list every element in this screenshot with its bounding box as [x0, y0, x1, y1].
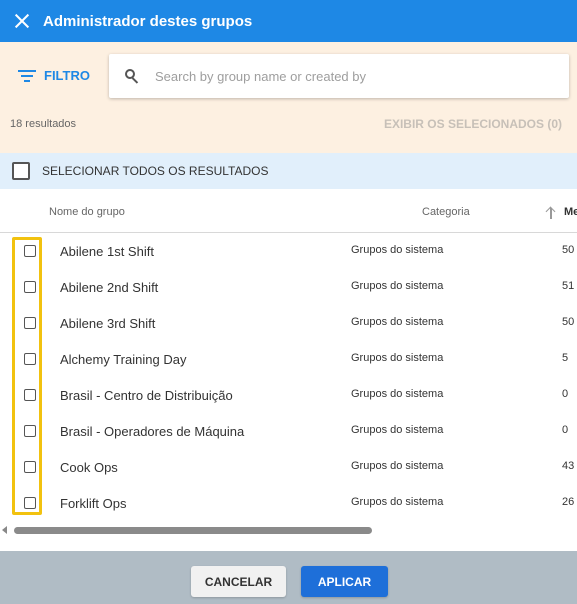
group-members: 0 [562, 388, 569, 400]
group-category: Grupos do sistema [351, 244, 444, 256]
group-members: 50 [562, 244, 575, 256]
arrow-up-icon[interactable] [545, 206, 557, 220]
row-checkbox[interactable] [24, 497, 36, 509]
filter-area: FILTRO 18 resultados EXIBIR OS SELECIONA… [0, 42, 577, 153]
row-checkbox[interactable] [24, 461, 36, 473]
table-row[interactable]: Abilene 2nd Shift Grupos do sistema 51 [0, 269, 577, 305]
column-header-name[interactable]: Nome do grupo [49, 206, 125, 218]
group-name: Brasil - Operadores de Máquina [60, 424, 245, 439]
group-name: Abilene 1st Shift [60, 244, 154, 259]
search-input[interactable] [153, 67, 547, 85]
group-category: Grupos do sistema [351, 316, 444, 328]
search-icon [125, 69, 139, 83]
group-name: Abilene 2nd Shift [60, 280, 159, 295]
show-selected-button[interactable]: EXIBIR OS SELECIONADOS (0) [384, 117, 562, 131]
group-name: Cook Ops [60, 460, 118, 475]
group-category: Grupos do sistema [351, 280, 444, 292]
close-icon[interactable] [13, 12, 31, 30]
group-members: 0 [562, 424, 569, 436]
dialog-footer: CANCELAR APLICAR [0, 551, 577, 604]
scrollbar-thumb[interactable] [14, 527, 372, 534]
row-checkbox[interactable] [24, 353, 36, 365]
table-row[interactable]: Forklift Ops Grupos do sistema 26 [0, 485, 577, 521]
group-members: 51 [562, 280, 575, 292]
select-all-label: SELECIONAR TODOS OS RESULTADOS [42, 164, 269, 178]
table-row[interactable]: Brasil - Centro de Distribuição Grupos d… [0, 377, 577, 413]
filter-label: FILTRO [44, 68, 90, 83]
row-checkbox[interactable] [24, 425, 36, 437]
group-list: Abilene 1st Shift Grupos do sistema 50 A… [0, 233, 577, 521]
table-header: Nome do grupo Categoria Me [0, 192, 577, 233]
group-category: Grupos do sistema [351, 460, 444, 472]
table-row[interactable]: Brasil - Operadores de Máquina Grupos do… [0, 413, 577, 449]
select-all-checkbox[interactable] [12, 162, 30, 180]
filter-button[interactable]: FILTRO [18, 68, 90, 83]
filter-icon [18, 69, 36, 83]
group-members: 5 [562, 352, 569, 364]
scroll-left-icon[interactable] [2, 526, 7, 534]
column-header-category[interactable]: Categoria [422, 206, 470, 218]
cancel-button[interactable]: CANCELAR [191, 566, 286, 597]
group-name: Forklift Ops [60, 496, 127, 511]
horizontal-scrollbar[interactable] [0, 524, 577, 536]
group-name: Brasil - Centro de Distribuição [60, 388, 233, 403]
table-row[interactable]: Abilene 1st Shift Grupos do sistema 50 [0, 233, 577, 269]
results-count: 18 resultados [10, 118, 77, 130]
group-members: 26 [562, 496, 575, 508]
row-checkbox[interactable] [24, 317, 36, 329]
table-row[interactable]: Abilene 3rd Shift Grupos do sistema 50 [0, 305, 577, 341]
select-all-row[interactable]: SELECIONAR TODOS OS RESULTADOS [0, 153, 577, 189]
group-category: Grupos do sistema [351, 424, 444, 436]
group-category: Grupos do sistema [351, 388, 444, 400]
column-header-members[interactable]: Me [564, 206, 577, 218]
group-members: 43 [562, 460, 575, 472]
row-checkbox[interactable] [24, 281, 36, 293]
group-members: 50 [562, 316, 575, 328]
group-name: Abilene 3rd Shift [60, 316, 156, 331]
row-checkbox[interactable] [24, 389, 36, 401]
row-checkbox[interactable] [24, 245, 36, 257]
dialog-header: Administrador destes grupos [0, 0, 577, 42]
apply-button[interactable]: APLICAR [301, 566, 388, 597]
table-row[interactable]: Alchemy Training Day Grupos do sistema 5 [0, 341, 577, 377]
dialog-title: Administrador destes grupos [43, 12, 253, 30]
table-row[interactable]: Cook Ops Grupos do sistema 43 [0, 449, 577, 485]
group-name: Alchemy Training Day [60, 352, 187, 367]
group-category: Grupos do sistema [351, 352, 444, 364]
group-category: Grupos do sistema [351, 496, 444, 508]
search-box[interactable] [109, 54, 569, 98]
